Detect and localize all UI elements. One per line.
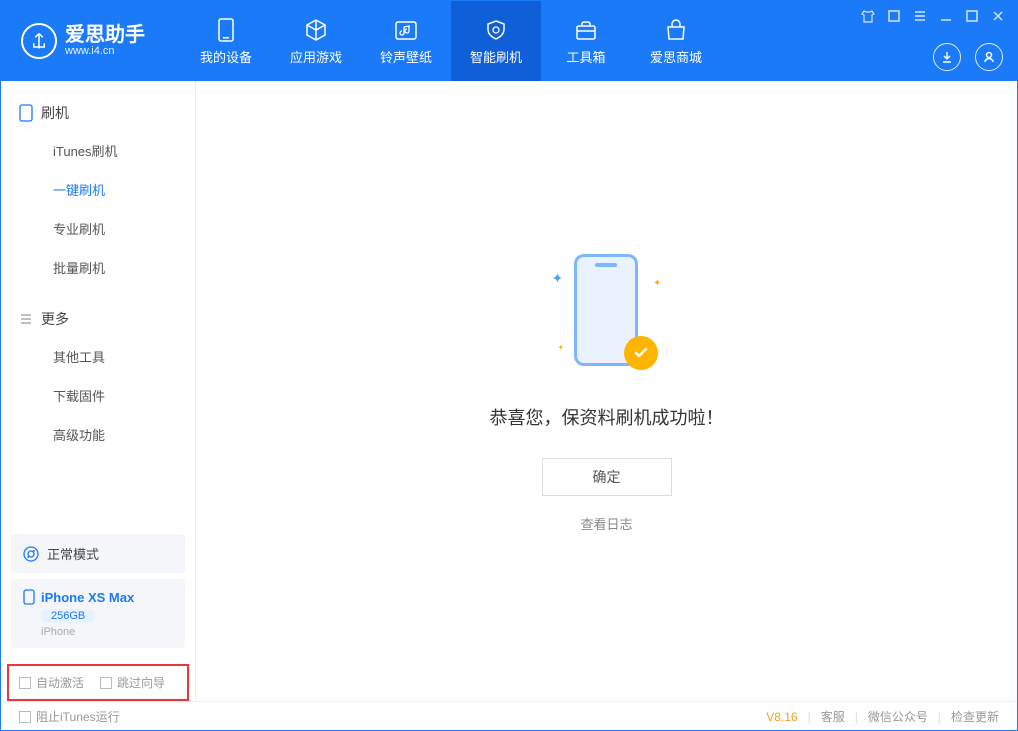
sidebar-item-pro-flash[interactable]: 专业刷机 — [1, 209, 195, 248]
device-icon — [217, 17, 235, 43]
sidebar-item-oneclick-flash[interactable]: 一键刷机 — [1, 170, 195, 209]
toolbox-icon — [574, 17, 598, 43]
device-panel: 正常模式 iPhone XS Max 256GB iPhone — [11, 534, 185, 648]
nav-tab-ringtones[interactable]: 铃声壁纸 — [361, 1, 451, 81]
sidebar-item-download-firmware[interactable]: 下载固件 — [1, 376, 195, 415]
checkbox-icon — [19, 677, 31, 689]
sparkle-icon: ✦ — [552, 270, 564, 287]
check-update-link[interactable]: 检查更新 — [951, 708, 999, 725]
close-icon[interactable] — [991, 9, 1005, 28]
user-button[interactable] — [975, 43, 1003, 71]
wechat-link[interactable]: 微信公众号 — [868, 708, 928, 725]
app-body: 刷机 iTunes刷机 一键刷机 专业刷机 批量刷机 更多 其他工具 下载固件 … — [1, 81, 1017, 701]
device-info-row[interactable]: iPhone XS Max 256GB iPhone — [11, 579, 185, 648]
checkbox-skip-guide[interactable]: 跳过向导 — [100, 674, 165, 691]
sidebar-item-other-tools[interactable]: 其他工具 — [1, 337, 195, 376]
view-log-link[interactable]: 查看日志 — [580, 514, 632, 533]
app-url: www.i4.cn — [65, 45, 145, 57]
support-link[interactable]: 客服 — [821, 708, 845, 725]
minimize-icon[interactable] — [939, 9, 953, 28]
device-storage-badge: 256GB — [41, 609, 95, 623]
sidebar-section-flash: 刷机 — [1, 95, 195, 131]
store-icon — [664, 17, 688, 43]
sidebar-item-batch-flash[interactable]: 批量刷机 — [1, 248, 195, 287]
options-highlighted-box: 自动激活 跳过向导 — [7, 664, 189, 701]
sidebar-section-more: 更多 — [1, 301, 195, 337]
phone-small-icon — [23, 589, 35, 605]
nav-tab-toolbox[interactable]: 工具箱 — [541, 1, 631, 81]
checkbox-auto-activate[interactable]: 自动激活 — [19, 674, 84, 691]
app-header: 爱思助手 www.i4.cn 我的设备 应用游戏 铃声壁纸 智能刷机 工具箱 爱… — [1, 1, 1017, 81]
sync-icon — [23, 546, 39, 562]
sidebar-item-advanced[interactable]: 高级功能 — [1, 415, 195, 454]
more-icon — [19, 312, 33, 326]
music-folder-icon — [394, 17, 418, 43]
checkbox-block-itunes[interactable]: 阻止iTunes运行 — [19, 708, 120, 725]
success-illustration: ✦ ✦ ✦ — [552, 250, 662, 380]
success-message: 恭喜您，保资料刷机成功啦！ — [490, 404, 724, 430]
sparkle-icon: ✦ — [558, 343, 565, 352]
sparkle-icon: ✦ — [653, 278, 661, 289]
sidebar: 刷机 iTunes刷机 一键刷机 专业刷机 批量刷机 更多 其他工具 下载固件 … — [1, 81, 196, 701]
app-name: 爱思助手 — [65, 25, 145, 45]
nav-tab-flash[interactable]: 智能刷机 — [451, 1, 541, 81]
main-content: ✦ ✦ ✦ 恭喜您，保资料刷机成功啦！ 确定 查看日志 — [196, 81, 1017, 701]
header-right — [933, 43, 1003, 71]
logo-area: 爱思助手 www.i4.cn — [1, 1, 181, 81]
list-icon[interactable] — [913, 9, 927, 28]
ok-button[interactable]: 确定 — [542, 458, 672, 496]
device-type-label: iPhone — [41, 626, 173, 638]
window-controls — [861, 9, 1005, 28]
check-badge-icon — [624, 336, 658, 370]
shirt-icon[interactable] — [861, 9, 875, 28]
nav-tab-mydevice[interactable]: 我的设备 — [181, 1, 271, 81]
menu-icon[interactable] — [887, 9, 901, 28]
checkbox-icon — [100, 677, 112, 689]
nav-tabs: 我的设备 应用游戏 铃声壁纸 智能刷机 工具箱 爱思商城 — [181, 1, 721, 81]
device-mode-row[interactable]: 正常模式 — [11, 534, 185, 573]
version-label: V8.16 — [766, 710, 797, 724]
checkbox-icon — [19, 711, 31, 723]
maximize-icon[interactable] — [965, 9, 979, 28]
refresh-shield-icon — [484, 17, 508, 43]
app-logo-icon — [21, 23, 57, 59]
device-mode-label: 正常模式 — [47, 544, 99, 563]
nav-tab-store[interactable]: 爱思商城 — [631, 1, 721, 81]
nav-tab-apps[interactable]: 应用游戏 — [271, 1, 361, 81]
phone-icon — [19, 104, 33, 122]
cube-icon — [304, 17, 328, 43]
footer: 阻止iTunes运行 V8.16 | 客服 | 微信公众号 | 检查更新 — [1, 701, 1017, 731]
download-button[interactable] — [933, 43, 961, 71]
sidebar-item-itunes-flash[interactable]: iTunes刷机 — [1, 131, 195, 170]
device-name-label: iPhone XS Max — [41, 590, 134, 605]
